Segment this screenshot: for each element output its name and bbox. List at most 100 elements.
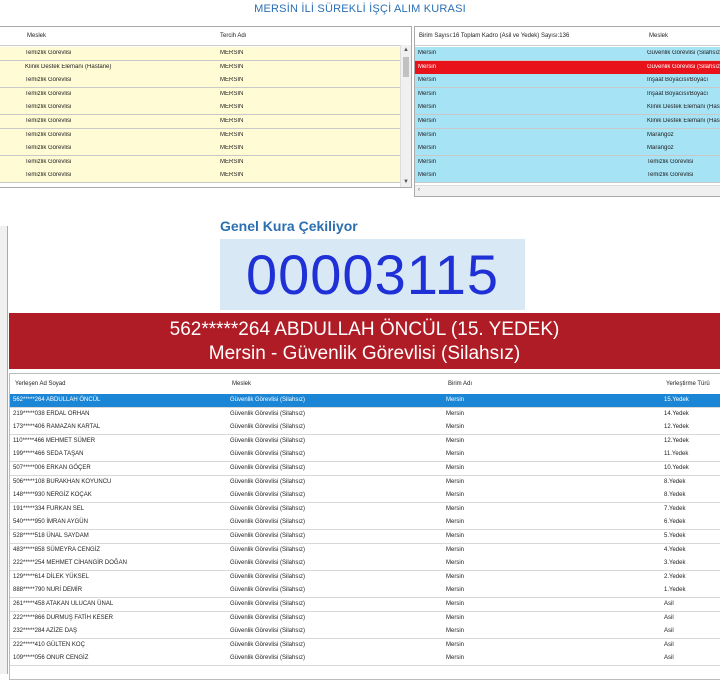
cell-tercih-adi: MERSIN: [220, 118, 244, 124]
table-row[interactable]: 507*****006 ERKAN GÖÇER Güvenlik Görevlis…: [10, 462, 720, 476]
table-row[interactable]: 110*****466 MEHMET SÜMER Güvenlik Görevli…: [10, 434, 720, 449]
table-row[interactable]: 528*****518 ÜNAL SAYDAM Güvenlik Görevlis…: [10, 530, 720, 544]
col-header-birim-adi[interactable]: Birim Adı: [448, 381, 472, 387]
table-row[interactable]: 148*****930 NERGİZ KOÇAK Güvenlik Görevli…: [10, 489, 720, 504]
table-row[interactable]: Mersin Marangoz: [415, 142, 720, 157]
table-row[interactable]: Temizlik Görevlisi MERSIN: [0, 87, 401, 102]
table-row[interactable]: 562*****264 ABDULLAH ÖNCÜL Güvenlik Görev…: [10, 394, 720, 408]
cell-meslek: Güvenlik Görevlisi (Silahsız): [230, 465, 306, 471]
scroll-down-icon[interactable]: ▼: [401, 177, 411, 187]
table-row[interactable]: Temizlik Görevlisi MERSIN: [0, 128, 401, 143]
table-row[interactable]: 506*****108 BURAKHAN KOYUNCU Güvenlik Gör…: [10, 475, 720, 490]
table-row[interactable]: 191*****334 FURKAN SEL Güvenlik Görevlisi…: [10, 502, 720, 517]
col-header-meslek[interactable]: Meslek: [649, 33, 668, 39]
table-row[interactable]: 199*****466 SEDA TAŞAN Güvenlik Görevlisi…: [10, 448, 720, 463]
table-row[interactable]: Mersin Temizlik Görevlisi: [415, 169, 720, 184]
left-table-scrollbar[interactable]: ▲ ▼: [400, 45, 411, 187]
left-table-header: Meslek Tercih Adı: [0, 27, 411, 46]
table-row[interactable]: Mersin İnşaat Boyacısı/Boyacı: [415, 87, 720, 102]
cell-tercih-adi: MERSIN: [220, 158, 244, 165]
table-row[interactable]: Mersin İnşaat Boyacısı/Boyacı: [415, 74, 720, 89]
cell-tercih-adi: MERSIN: [220, 145, 244, 152]
cell-birim-adi: Mersin: [446, 451, 465, 458]
cell-ad-soyad: 148*****930 NERGİZ KOÇAK: [13, 492, 92, 499]
cell-birim: Mersin: [418, 63, 437, 70]
table-row[interactable]: Mersin Marangoz: [415, 128, 720, 143]
cell-ad-soyad: 888*****790 NURİ DEMİR: [13, 587, 83, 594]
cell-meslek: Güvenlik Görevlisi (Silahsız): [230, 437, 306, 444]
col-header-yerlestirme-turu[interactable]: Yerleştirme Türü: [666, 381, 710, 387]
cell-birim-adi: Mersin: [446, 628, 465, 635]
col-header-tercih-adi[interactable]: Tercih Adı: [220, 33, 246, 39]
table-row[interactable]: Mersin Temizlik Görevlisi: [415, 155, 720, 170]
cell-meslek: İnşaat Boyacısı/Boyacı: [647, 77, 709, 84]
cell-tercih-adi: MERSIN: [220, 131, 244, 138]
table-row[interactable]: Temizlik Görevlisi MERSIN: [0, 47, 401, 61]
draw-status-label: Genel Kura Çekiliyor: [220, 218, 358, 234]
table-row[interactable]: 483*****858 SÜMEYRA CENGİZ Güvenlik Görev…: [10, 543, 720, 558]
table-row[interactable]: Mersin Güvenlik Görevlisi (Silahsız): [415, 60, 720, 75]
cell-birim: Mersin: [418, 158, 437, 165]
table-row[interactable]: 222*****410 GÜLTEN KOÇ Güvenlik Görevlisi…: [10, 638, 720, 653]
table-row[interactable]: Temizlik Görevlisi MERSIN: [0, 115, 401, 129]
table-row[interactable]: 109*****056 ONUR CENGİZ Güvenlik Görevlis…: [10, 652, 720, 667]
cell-yerlestirme-turu: 6.Yedek: [664, 519, 686, 526]
right-unit-table[interactable]: Birim Sayısı:16 Toplam Kadro (Asil ve Ye…: [414, 26, 720, 197]
right-table-hscrollbar[interactable]: ‹: [415, 185, 720, 196]
table-row[interactable]: 261*****458 ATAKAN ULUCAN ÜNAL Güvenlik G…: [10, 598, 720, 612]
cell-yerlestirme-turu: 12.Yedek: [664, 437, 689, 444]
table-row[interactable]: 888*****790 NURİ DEMİR Güvenlik Görevlisi…: [10, 584, 720, 599]
cell-yerlestirme-turu: 4.Yedek: [664, 546, 686, 553]
cell-yerlestirme-turu: 11.Yedek: [664, 451, 689, 458]
table-row[interactable]: Temizlik Görevlisi MERSIN: [0, 101, 401, 116]
cell-birim: Mersin: [418, 104, 437, 111]
cell-ad-soyad: 232*****284 AZİZE DAŞ: [13, 628, 78, 635]
cell-yerlestirme-turu: Asil: [664, 601, 674, 607]
table-row[interactable]: 222*****866 DURMUŞ FATİH KESER Güvenlik G…: [10, 611, 720, 626]
left-edge-scrollbar[interactable]: [0, 226, 8, 674]
cell-birim-adi: Mersin: [446, 465, 465, 471]
table-row[interactable]: Temizlik Görevlisi MERSIN: [0, 74, 401, 89]
col-header-ad-soyad[interactable]: Yerleşen Ad Soyad: [15, 381, 65, 387]
table-row[interactable]: 129*****614 DİLEK YÜKSEL Güvenlik Görevli…: [10, 570, 720, 585]
table-row[interactable]: Temizlik Görevlisi MERSIN: [0, 142, 401, 157]
table-row[interactable]: Temizlik Görevlisi MERSIN: [0, 169, 401, 184]
cell-meslek: Güvenlik Görevlisi (Silahsız): [230, 614, 306, 621]
table-row[interactable]: 219*****038 ERDAL ORHAN Güvenlik Görevlis…: [10, 407, 720, 422]
col-header-meslek[interactable]: Meslek: [232, 381, 251, 387]
table-row[interactable]: Klinik Destek Elemanı (Hastane) MERSIN: [0, 60, 401, 75]
cell-ad-soyad: 528*****518 ÜNAL SAYDAM: [13, 533, 89, 539]
cell-yerlestirme-turu: Asil: [664, 628, 674, 635]
table-row[interactable]: Temizlik Görevlisi MERSIN: [0, 155, 401, 170]
scroll-thumb[interactable]: [403, 57, 409, 77]
cell-meslek: Temizlik Görevlisi: [25, 172, 72, 179]
app-title: MERSİN İLİ SÜREKLİ İŞÇİ ALIM KURASI: [254, 3, 466, 15]
cell-yerlestirme-turu: Asil: [664, 641, 674, 648]
table-row[interactable]: 222*****254 MEHMET CİHANGİR DOĞAN Güvenli…: [10, 557, 720, 572]
cell-birim-adi: Mersin: [446, 546, 465, 553]
col-header-birim-sayisi[interactable]: Birim Sayısı:16 Toplam Kadro (Asil ve Ye…: [419, 33, 569, 39]
scroll-up-icon[interactable]: ▲: [401, 45, 411, 55]
cell-birim-adi: Mersin: [446, 478, 465, 485]
cell-meslek: Güvenlik Görevlisi (Silahsız): [230, 641, 306, 648]
cell-ad-soyad: 540*****950 İMRAN AYGÜN: [13, 519, 88, 526]
left-preference-table[interactable]: Meslek Tercih Adı Temizlik Görevlisi MERS…: [0, 26, 412, 188]
table-row[interactable]: 232*****284 AZİZE DAŞ Güvenlik Görevlisi …: [10, 625, 720, 640]
table-row[interactable]: Mersin Güvenlik Görevlisi (Silahsız): [415, 47, 720, 61]
table-row[interactable]: Mersin Klinik Destek Elemanı (Hastane): [415, 115, 720, 129]
table-row[interactable]: 540*****950 İMRAN AYGÜN Güvenlik Görevlis…: [10, 516, 720, 531]
cell-meslek: Güvenlik Görevlisi (Silahsız): [230, 451, 306, 458]
cell-ad-soyad: 173*****406 RAMAZAN KARTAL: [13, 424, 101, 431]
cell-ad-soyad: 109*****056 ONUR CENGİZ: [13, 655, 89, 662]
scroll-left-icon[interactable]: ‹: [418, 187, 420, 193]
col-header-meslek[interactable]: Meslek: [27, 33, 46, 39]
results-table-header: Yerleşen Ad Soyad Meslek Birim Adı Yerle…: [10, 374, 720, 395]
cell-yerlestirme-turu: Asil: [664, 614, 674, 621]
table-row[interactable]: Mersin Klinik Destek Elemanı (Hastane): [415, 101, 720, 116]
results-table[interactable]: Yerleşen Ad Soyad Meslek Birim Adı Yerle…: [9, 373, 720, 680]
table-row[interactable]: 173*****406 RAMAZAN KARTAL Güvenlik Görev…: [10, 421, 720, 436]
cell-meslek: Güvenlik Görevlisi (Silahsız): [230, 519, 306, 526]
cell-yerlestirme-turu: 15.Yedek: [664, 397, 689, 403]
cell-meslek: Temizlik Görevlisi: [25, 77, 72, 84]
cell-birim: Mersin: [418, 172, 437, 179]
